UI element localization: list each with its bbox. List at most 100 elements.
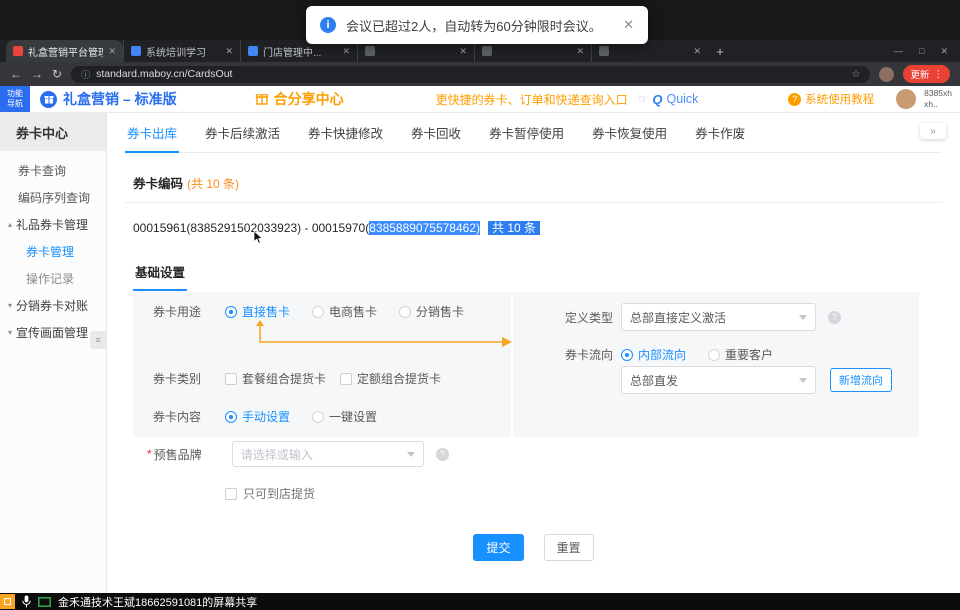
tab-favicon	[131, 46, 141, 56]
browser-address-bar: ← → ↻ ⓘ standard.maboy.cn/CardsOut ☆ 更新 …	[0, 62, 960, 86]
checkbox-icon	[225, 373, 237, 385]
basic-settings-section-tab[interactable]: 基础设置	[133, 262, 187, 291]
presale-brand-select[interactable]: 请选择或输入	[232, 441, 424, 467]
card-flow-row: 券卡流向 内部流向 重要客户	[565, 346, 795, 363]
browser-tab[interactable]: 礼盒营销平台管理中... ✕	[6, 40, 123, 62]
share-center-link[interactable]: 合分享中心	[255, 89, 344, 109]
close-window-icon[interactable]: ✕	[940, 46, 948, 57]
minimize-icon[interactable]: —	[894, 46, 903, 56]
chevron-down-icon	[799, 378, 807, 383]
app-brand-title[interactable]: 礼盒营销 – 标准版	[63, 89, 177, 109]
info-icon[interactable]: ?	[436, 448, 449, 461]
sidebar-item-code-sequence-query[interactable]: 编码序列查询	[0, 184, 106, 211]
tab-card-later-activate[interactable]: 券卡后续激活	[203, 123, 282, 152]
screen-cast-icon	[38, 597, 51, 607]
maximize-icon[interactable]: □	[919, 46, 924, 56]
tab-card-suspend[interactable]: 券卡暂停使用	[487, 123, 566, 152]
tab-favicon	[599, 46, 609, 56]
radio-one-click-setup[interactable]: 一键设置	[312, 408, 377, 425]
tab-favicon	[482, 46, 492, 56]
chevron-down-icon	[407, 452, 415, 457]
divider	[125, 202, 942, 203]
browser-profile-avatar[interactable]	[879, 67, 894, 82]
card-usage-row: 券卡用途 直接售卡 电商售卡 分销售卡	[153, 303, 486, 320]
tab-close-icon[interactable]: ✕	[225, 46, 233, 57]
tab-title: 系统培训学习	[146, 44, 220, 59]
sidebar-item-operation-log[interactable]: 操作记录	[0, 265, 106, 292]
card-category-label: 券卡类别	[153, 370, 201, 387]
url-text: standard.maboy.cn/CardsOut	[96, 68, 232, 80]
meeting-toast: i 会议已超过2人，自动转为60分钟限时会议。 ✕	[306, 6, 648, 44]
checkbox-icon	[225, 488, 237, 500]
forward-icon[interactable]: →	[31, 67, 43, 81]
browser-tab[interactable]: 系统培训学习 ✕	[123, 40, 240, 62]
card-flow-select-row: 总部直发 新增流向	[621, 366, 892, 394]
checkbox-fixed-amount-combo-card[interactable]: 定额组合提货卡	[340, 370, 441, 387]
tab-card-recycle[interactable]: 券卡回收	[409, 123, 463, 152]
radio-direct-sale[interactable]: 直接售卡	[225, 303, 290, 320]
sidebar-collapse-handle[interactable]: ≡	[90, 331, 106, 349]
mouse-cursor	[254, 231, 263, 249]
tab-close-icon[interactable]: ✕	[342, 46, 350, 57]
menu-dots-icon: ⋮	[934, 69, 944, 80]
count-badge: 共 10 条	[488, 221, 540, 235]
radio-internal-flow[interactable]: 内部流向	[621, 346, 686, 363]
tab-card-void[interactable]: 券卡作废	[693, 123, 747, 152]
radio-icon	[708, 349, 720, 361]
tab-title: 礼盒营销平台管理中...	[28, 44, 103, 59]
toast-close-icon[interactable]: ✕	[623, 17, 634, 33]
tab-card-outbound[interactable]: 券卡出库	[125, 123, 179, 153]
sidebar-item-card-query[interactable]: 券卡查询	[0, 157, 106, 184]
submit-button[interactable]: 提交	[473, 534, 523, 561]
info-icon[interactable]: ?	[828, 311, 841, 324]
definition-type-select[interactable]: 总部直接定义激活	[621, 303, 816, 331]
card-codes-count: (共 10 条)	[187, 177, 239, 191]
radio-icon	[399, 306, 411, 318]
tab-close-icon[interactable]: ✕	[576, 46, 584, 57]
tab-close-icon[interactable]: ✕	[459, 46, 467, 57]
screen: 礼盒营销平台管理中... ✕ 系统培训学习 ✕ 门店管理中... ✕ ✕ ✕ ✕	[0, 0, 960, 610]
browser-update-badge[interactable]: 更新 ⋮	[903, 65, 950, 83]
quick-logo: Q	[652, 92, 662, 107]
sidebar: 券卡中心 券卡查询 编码序列查询 ▴ 礼品券卡管理 券卡管理 操作记录 ▾ 分销…	[0, 113, 107, 593]
card-usage-label: 券卡用途	[153, 303, 201, 320]
info-icon: i	[320, 17, 336, 33]
card-codes-section-title: 券卡编码(共 10 条)	[133, 173, 960, 192]
site-info-icon[interactable]: ⓘ	[81, 68, 90, 81]
quick-link[interactable]: ☞ Q Quick	[638, 92, 699, 107]
collapse-panel-button[interactable]: »	[920, 123, 946, 139]
new-tab-button[interactable]: +	[708, 40, 732, 62]
question-circle-icon: ?	[788, 93, 801, 106]
tab-close-icon[interactable]: ✕	[693, 46, 701, 57]
radio-important-customer[interactable]: 重要客户	[708, 346, 773, 363]
sidebar-group-gift-card-mgmt[interactable]: ▴ 礼品券卡管理	[0, 211, 106, 238]
tab-favicon	[248, 46, 258, 56]
reload-icon[interactable]: ↻	[52, 67, 62, 81]
user-avatar[interactable]	[896, 89, 916, 109]
reset-button[interactable]: 重置	[544, 534, 594, 561]
store-pickup-only-row[interactable]: 只可到店提货	[225, 485, 315, 502]
bookmark-star-icon[interactable]: ☆	[852, 69, 861, 80]
screen-share-text: 金禾通技术王斌18662591081的屏幕共享	[58, 594, 257, 610]
select-placeholder: 请选择或输入	[241, 446, 313, 463]
screen-share-bar: 金禾通技术王斌18662591081的屏幕共享	[0, 593, 960, 610]
function-nav-toggle[interactable]: 功能 导航	[0, 86, 30, 112]
checkbox-package-combo-card[interactable]: 套餐组合提货卡	[225, 370, 326, 387]
radio-icon	[225, 411, 237, 423]
flow-select[interactable]: 总部直发	[621, 366, 816, 394]
back-icon[interactable]: ←	[10, 67, 22, 81]
radio-ecommerce-sale[interactable]: 电商售卡	[312, 303, 377, 320]
radio-distribution-sale[interactable]: 分销售卡	[399, 303, 464, 320]
url-input[interactable]: ⓘ standard.maboy.cn/CardsOut ☆	[71, 66, 870, 83]
tab-card-quick-edit[interactable]: 券卡快捷修改	[306, 123, 385, 152]
radio-manual-setup[interactable]: 手动设置	[225, 408, 290, 425]
tab-close-icon[interactable]: ✕	[108, 46, 116, 57]
user-name: 8385xh xh..	[924, 88, 952, 109]
gift-icon	[255, 92, 269, 106]
tutorial-link[interactable]: ? 系统使用教程	[788, 91, 874, 107]
sidebar-item-card-management[interactable]: 券卡管理	[0, 238, 106, 265]
sidebar-group-distribution-card[interactable]: ▾ 分销券卡对账	[0, 292, 106, 319]
tab-card-resume[interactable]: 券卡恢复使用	[590, 123, 669, 152]
share-app-icon	[0, 594, 15, 609]
add-flow-button[interactable]: 新增流向	[830, 368, 892, 392]
